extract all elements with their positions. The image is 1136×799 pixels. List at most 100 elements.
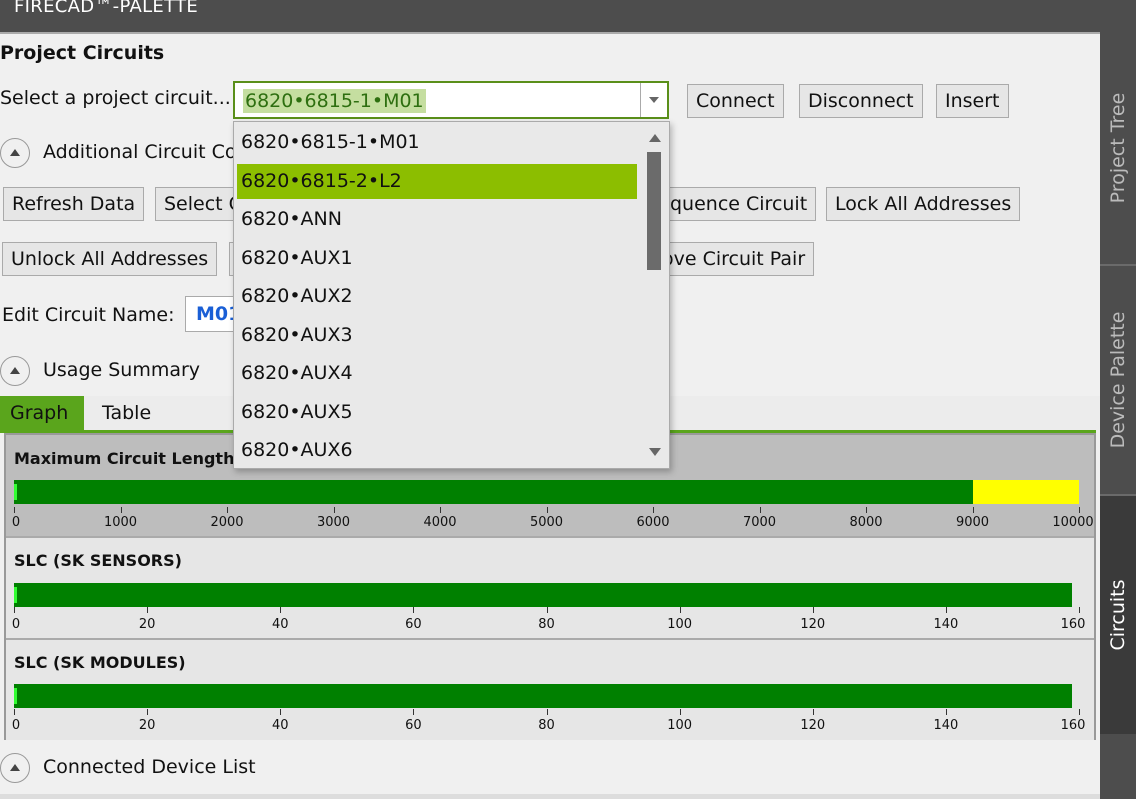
chart-tick-label: 100 (667, 718, 693, 733)
chart-tick (679, 607, 681, 613)
chart-sk-modules: SLC (SK MODULES) 0 20 40 60 80 100 120 140 160 (6, 640, 1094, 740)
chart-tick-label: 6000 (636, 515, 670, 530)
scroll-thumb[interactable] (647, 152, 661, 270)
chart-tick-label: 1000 (103, 515, 138, 530)
collapse-icon[interactable] (0, 356, 30, 386)
chart-tick-label: 100 (667, 617, 693, 632)
edit-circuit-name-label: Edit Circuit Name: (2, 304, 175, 326)
scroll-up-icon[interactable] (649, 134, 661, 142)
chart-tick-label: 4000 (423, 515, 457, 530)
chart-title: SLC (SK SENSORS) (14, 551, 182, 570)
chart-tick (546, 607, 548, 613)
chart-bar-segment (14, 684, 1073, 708)
remove-circuit-pair-button[interactable]: ove Circuit Pair (660, 242, 815, 276)
chart-tick-label: 160 (1060, 718, 1086, 733)
chart-tick-label: 7000 (742, 515, 777, 530)
disconnect-button[interactable]: Disconnect (799, 84, 923, 118)
tab-device-palette[interactable]: Device Palette (1100, 266, 1136, 494)
chart-sk-sensors: SLC (SK SENSORS) 0 20 40 60 80 100 120 140 160 (6, 538, 1094, 640)
dropdown-item[interactable]: 6820•6815-2•L2 (237, 163, 637, 199)
chart-tick-label: 0 (11, 515, 21, 530)
chart-tick (14, 709, 15, 715)
chart-tick (546, 507, 548, 513)
tab-circuits[interactable]: Circuits (1100, 496, 1136, 734)
dropdown-item[interactable]: 6820•6815-1•M01 (237, 125, 637, 160)
chart-tick-label: 120 (800, 718, 826, 733)
chart-tick-label: 8000 (849, 515, 883, 530)
window-title: FIRECAD™-PALETTE (14, 0, 199, 17)
chart-tick (945, 709, 947, 715)
chevron-down-icon[interactable] (640, 83, 667, 117)
chart-bar-segment (14, 583, 1073, 607)
dropdown-item[interactable]: 6820•AUX5 (237, 395, 637, 430)
dropdown-scrollbar[interactable] (642, 122, 669, 468)
chart-tick-label: 40 (271, 718, 289, 733)
chart-tick (945, 607, 947, 613)
chart-tick (413, 709, 415, 715)
chart-tick-label: 10000 (1052, 515, 1094, 530)
chart-tick (812, 607, 814, 613)
scroll-down-icon[interactable] (649, 448, 661, 456)
chart-tick (546, 709, 548, 715)
tab-project-tree[interactable]: Project Tree (1100, 32, 1136, 264)
circuit-combobox[interactable]: 6820•6815-1•M01 (233, 81, 669, 119)
tab-graph[interactable]: Graph (0, 396, 84, 430)
insert-button[interactable]: Insert (936, 84, 1009, 118)
chart-tick (679, 709, 681, 715)
chart-tick-label: 0 (11, 718, 21, 733)
chart-tick (812, 709, 814, 715)
chart-title: Maximum Circuit Length (F (14, 449, 259, 468)
unlock-all-addresses-button[interactable]: Unlock All Addresses (2, 242, 218, 276)
usage-graphs: Maximum Circuit Length (F 0 1000 2000 3000 4… (4, 433, 1096, 740)
chart-usage-marker (14, 484, 17, 500)
chart-tick (413, 607, 415, 613)
chart-tick-label: 140 (933, 718, 959, 733)
connect-button[interactable]: Connect (687, 84, 784, 118)
chart-tick-label: 20 (138, 718, 156, 733)
tab-circuits-label: Circuits (1107, 579, 1129, 651)
tab-device-palette-label: Device Palette (1107, 311, 1129, 449)
chart-bar-segment (14, 480, 973, 504)
chart-tick-label: 80 (538, 718, 555, 733)
chart-tick-label: 120 (800, 617, 826, 632)
dropdown-item[interactable]: 6820•ANN (237, 202, 637, 237)
connected-device-list-label: Connected Device List (43, 756, 256, 778)
usage-summary-label: Usage Summary (43, 359, 201, 381)
collapse-icon[interactable] (0, 138, 30, 168)
circuit-combobox-value: 6820•6815-1•M01 (243, 89, 426, 113)
select-circuit-button[interactable]: Select C (155, 187, 235, 221)
chart-tick-label: 160 (1060, 617, 1086, 632)
sequence-circuit-button[interactable]: quence Circuit (660, 187, 817, 221)
dropdown-item[interactable]: 6820•AUX1 (237, 241, 637, 276)
chart-tick (147, 709, 149, 715)
circuit-dropdown-list[interactable]: 6820•6815-1•M01 6820•6815-2•L2 6820•ANN 682… (233, 121, 670, 469)
chart-tick (147, 607, 149, 613)
device-list-header (0, 794, 1100, 799)
chart-tick-label: 2000 (210, 515, 244, 530)
chart-tick (972, 507, 974, 513)
chart-tick-label: 80 (538, 617, 555, 632)
chart-tick-label: 3000 (316, 515, 351, 530)
chart-tick (440, 507, 441, 513)
chart-tick-label: 9000 (955, 515, 990, 530)
chart-tick (280, 607, 282, 613)
chart-tick-label: 5000 (529, 515, 564, 530)
chart-tick-label: 20 (138, 617, 156, 632)
additional-controls-label: Additional Circuit Co (43, 141, 237, 163)
dropdown-item[interactable]: 6820•AUX2 (237, 279, 637, 314)
chart-tick (14, 607, 15, 613)
chart-title: SLC (SK MODULES) (14, 653, 186, 672)
dropdown-item[interactable]: 6820•AUX4 (237, 356, 637, 391)
dropdown-item[interactable]: 6820•AUX6 (237, 433, 637, 468)
lock-all-addresses-button[interactable]: Lock All Addresses (826, 187, 1021, 221)
collapse-icon[interactable] (0, 753, 30, 783)
chart-usage-marker (14, 688, 17, 704)
tab-table[interactable]: Table (92, 396, 161, 430)
refresh-data-button[interactable]: Refresh Data (3, 187, 145, 221)
chart-tick-label: 60 (405, 617, 422, 632)
dropdown-item[interactable]: 6820•AUX3 (237, 318, 637, 353)
chart-tick (333, 507, 335, 513)
chart-tick (227, 507, 228, 513)
chart-tick (1079, 709, 1080, 715)
tab-project-tree-label: Project Tree (1107, 92, 1129, 204)
